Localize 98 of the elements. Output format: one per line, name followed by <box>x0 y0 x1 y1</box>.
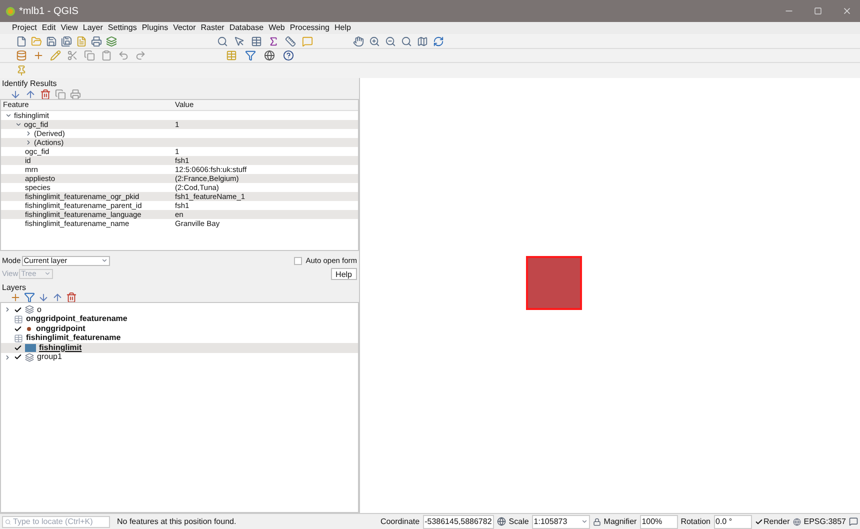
table-icon <box>14 334 23 343</box>
layer-name: group1 <box>37 352 62 364</box>
menu-item[interactable]: Processing <box>290 22 330 34</box>
layer-name: fishinglimit_featurename <box>26 333 121 344</box>
tree-row[interactable]: o <box>1 305 358 314</box>
layer-name: onggridpoint <box>36 323 86 334</box>
help-icon[interactable] <box>283 50 294 61</box>
search-icon[interactable] <box>217 36 228 46</box>
redo-icon[interactable] <box>135 50 146 61</box>
check-icon <box>754 518 762 526</box>
maximize-icon[interactable] <box>814 7 822 15</box>
remove-icon[interactable] <box>66 292 77 303</box>
tree-row[interactable]: fishinglimit <box>1 343 358 352</box>
menu-item[interactable]: Database <box>229 22 264 34</box>
window-title: *mlb1 - QGIS <box>19 4 78 18</box>
render-checkbox[interactable]: Render <box>754 516 790 528</box>
layer-name: o <box>37 304 42 315</box>
printer-icon[interactable] <box>91 36 102 46</box>
sigma-icon[interactable] <box>268 36 279 46</box>
status-message: No features at this position found. <box>117 516 236 528</box>
magnifier-label: Magnifier <box>604 516 637 528</box>
panel-title: Layers <box>2 282 26 294</box>
menu-item[interactable]: Settings <box>108 22 137 34</box>
collapse-all-icon[interactable] <box>25 88 36 100</box>
layer-name: fishinglimit <box>39 342 82 354</box>
filter-icon[interactable] <box>245 50 256 61</box>
menu-item[interactable]: Vector <box>173 22 196 34</box>
visibility-checkbox[interactable] <box>14 306 22 314</box>
visibility-checkbox[interactable] <box>14 344 22 352</box>
printer-icon[interactable] <box>70 88 81 100</box>
tree-row[interactable]: group1 <box>1 352 358 362</box>
visibility-checkbox[interactable] <box>14 353 22 362</box>
tree-row[interactable]: fishinglimit_featurename <box>1 334 358 343</box>
polygon-symbol-icon <box>25 344 36 352</box>
magnifier-field[interactable]: 100% <box>640 514 678 528</box>
dropdown-caret-icon <box>580 518 588 525</box>
scale-label: Scale <box>508 516 529 528</box>
search-icon <box>5 518 11 524</box>
ruler-icon[interactable] <box>285 36 296 46</box>
clipboard-icon[interactable] <box>101 50 112 61</box>
menu-item[interactable]: Web <box>268 22 285 34</box>
search-icon[interactable] <box>401 36 412 46</box>
add-icon[interactable] <box>33 50 44 61</box>
rotation-field[interactable]: 0.0 ° <box>714 514 752 528</box>
table-icon[interactable] <box>251 36 262 46</box>
expand-all-icon[interactable] <box>10 88 21 100</box>
save-icon[interactable] <box>46 36 57 46</box>
zoom-out-icon[interactable] <box>385 36 396 46</box>
globe-icon[interactable] <box>264 50 275 61</box>
layer-name: onggridpoint_featurename <box>26 313 128 325</box>
menu-item[interactable]: Help <box>334 22 351 34</box>
group-icon <box>25 305 34 314</box>
crs-globe-icon[interactable] <box>792 518 801 526</box>
locate-field[interactable]: Type to locate (Ctrl+K) <box>2 516 110 528</box>
scale-dropdown[interactable]: 1:105873 <box>532 514 590 528</box>
help-button[interactable]: Help <box>330 268 357 280</box>
visibility-checkbox[interactable] <box>14 324 22 333</box>
menu-item[interactable]: Project <box>12 22 37 34</box>
menu-item[interactable]: View <box>60 22 78 34</box>
collapse-all-icon[interactable] <box>52 292 63 303</box>
polygon-feature <box>526 256 582 310</box>
table-icon <box>14 314 23 324</box>
crs-button[interactable]: EPSG:3857 <box>804 516 846 528</box>
layers-icon[interactable] <box>106 36 117 46</box>
menu-item[interactable]: Raster <box>200 22 224 34</box>
copy-icon[interactable] <box>84 50 95 61</box>
pan-icon[interactable] <box>353 36 364 46</box>
globe-icon[interactable] <box>496 517 506 526</box>
rotation-label: Rotation <box>680 516 710 528</box>
point-symbol-icon <box>27 326 31 331</box>
tree-row[interactable]: onggridpoint_featurename <box>1 314 358 324</box>
menu-item[interactable]: Edit <box>42 22 56 34</box>
map-icon[interactable] <box>417 36 428 46</box>
refresh-icon[interactable] <box>433 36 444 46</box>
dropdown-caret-icon <box>44 270 52 277</box>
copy-icon[interactable] <box>55 88 66 100</box>
zoom-in-icon[interactable] <box>369 36 380 46</box>
save-all-icon[interactable] <box>61 36 72 46</box>
coordinate-label: Coordinate <box>380 516 420 528</box>
filter-icon[interactable] <box>24 292 35 303</box>
app-logo-icon <box>6 6 15 16</box>
menu-item[interactable]: Plugins <box>142 22 168 34</box>
clear-icon[interactable] <box>40 88 51 100</box>
messages-icon[interactable] <box>849 517 858 526</box>
expand-all-icon[interactable] <box>38 292 49 303</box>
close-icon[interactable] <box>842 6 852 16</box>
lock-icon[interactable] <box>592 518 601 526</box>
menu-item[interactable]: Layer <box>82 22 103 34</box>
panel-title: Identify Results <box>2 78 57 90</box>
scissors-icon[interactable] <box>67 50 78 61</box>
undo-icon[interactable] <box>118 50 129 61</box>
dropdown-caret-icon <box>100 257 108 264</box>
group-icon <box>25 352 34 362</box>
coordinate-field[interactable]: -5386145,5886782 <box>422 514 494 528</box>
new-file-icon[interactable] <box>16 36 27 46</box>
database-icon[interactable] <box>16 50 27 61</box>
pointer-icon[interactable] <box>234 36 245 46</box>
tree-row[interactable]: onggridpoint <box>1 324 358 334</box>
